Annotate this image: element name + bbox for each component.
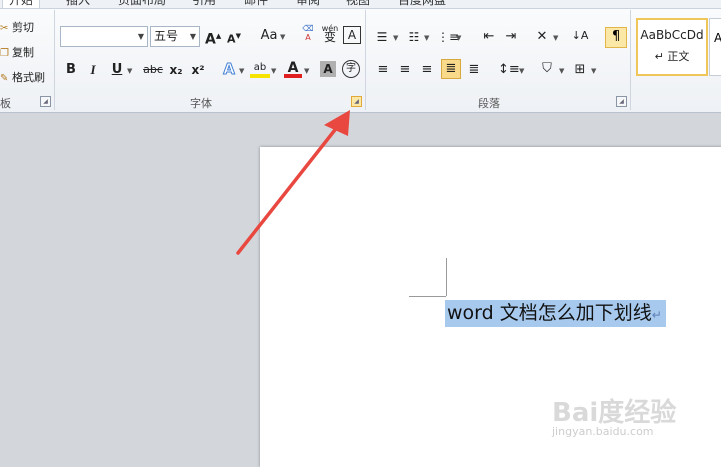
baidu-jingyan-watermark: Bai度经验 [552, 398, 677, 428]
arrow-shaft [236, 124, 340, 255]
annotation-arrow [236, 110, 350, 255]
watermark-url: jingyan.baidu.com [552, 425, 654, 438]
arrow-head [324, 110, 350, 136]
